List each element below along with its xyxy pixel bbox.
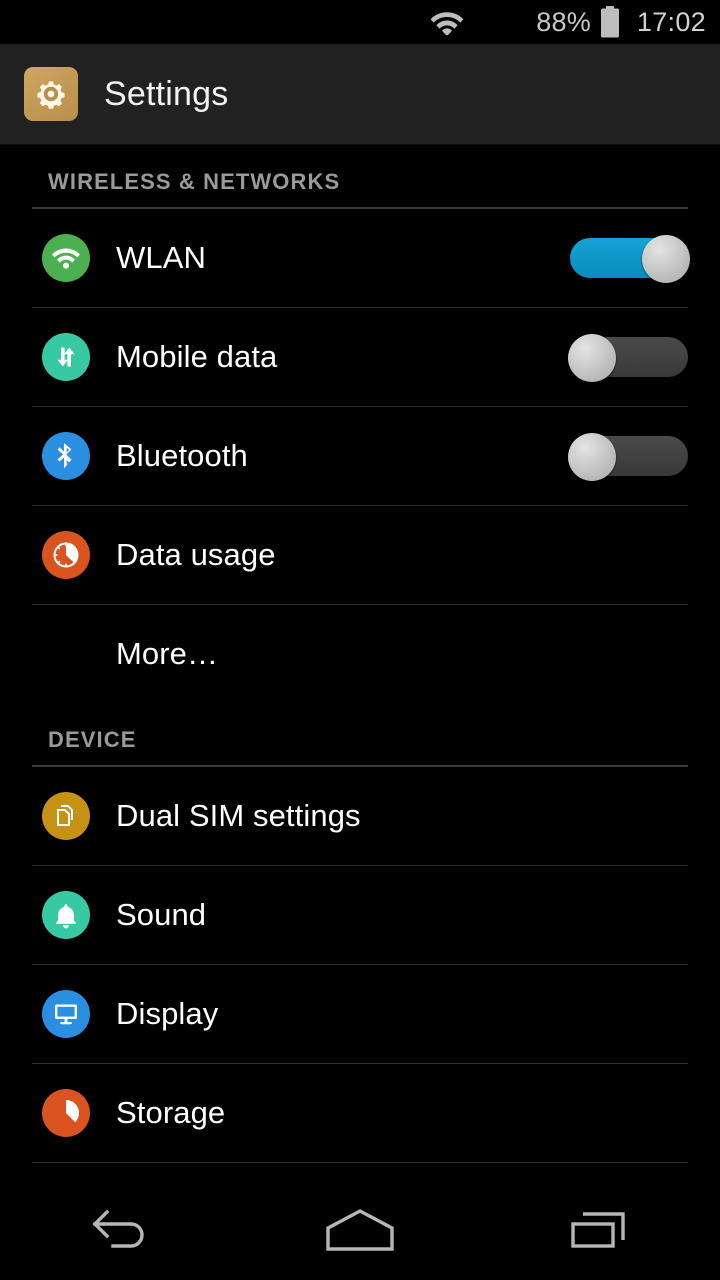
home-button[interactable] (280, 1184, 440, 1280)
mobile-data-toggle-switch[interactable] (568, 334, 688, 382)
pie-slice-icon (42, 1089, 90, 1137)
section-label: WIRELESS & NETWORKS (48, 169, 341, 194)
settings-row-label: Storage (116, 1095, 226, 1130)
status-bar-clock: 17:02 (636, 6, 706, 37)
settings-row-label: Bluetooth (116, 438, 248, 473)
settings-row-label: Display (116, 996, 219, 1031)
page-title: Settings (104, 74, 229, 113)
settings-row-bluetooth[interactable]: Bluetooth (0, 407, 720, 505)
pie-chart-icon (42, 531, 90, 579)
back-icon (87, 1207, 153, 1258)
status-bar: 88% 17:02 (0, 0, 720, 44)
section-label: DEVICE (48, 727, 137, 752)
settings-row-storage[interactable]: Storage (0, 1064, 720, 1162)
section-header-wireless-networks: WIRELESS & NETWORKS (0, 145, 720, 209)
settings-row-display[interactable]: Display (0, 965, 720, 1063)
data-transfer-icon (42, 333, 90, 381)
bluetooth-toggle-switch[interactable] (568, 433, 688, 481)
settings-row-more[interactable]: More… (0, 605, 720, 703)
wifi-icon (42, 234, 90, 282)
settings-list[interactable]: WIRELESS & NETWORKS WLAN Mobile data Blu… (0, 145, 720, 1163)
settings-row-dual-sim-settings[interactable]: Dual SIM settings (0, 767, 720, 865)
settings-row-label: Data usage (116, 537, 276, 572)
sim-cards-icon (42, 792, 90, 840)
bluetooth-icon (42, 432, 90, 480)
bell-icon (42, 891, 90, 939)
settings-row-label: Mobile data (116, 339, 278, 374)
settings-row-label: Dual SIM settings (116, 798, 361, 833)
navigation-bar (0, 1184, 720, 1280)
recents-icon (569, 1207, 631, 1258)
settings-row-wlan[interactable]: WLAN (0, 209, 720, 307)
action-bar: Settings (0, 44, 720, 145)
recents-button[interactable] (520, 1184, 680, 1280)
monitor-icon (42, 990, 90, 1038)
back-button[interactable] (40, 1184, 200, 1280)
wlan-toggle-switch[interactable] (570, 235, 690, 283)
settings-row-mobile-data[interactable]: Mobile data (0, 308, 720, 406)
section-header-device: DEVICE (0, 703, 720, 767)
wifi-status-icon (430, 9, 464, 35)
settings-gear-icon (24, 67, 78, 121)
settings-row-data-usage[interactable]: Data usage (0, 506, 720, 604)
battery-percentage: 88% (536, 6, 591, 37)
settings-row-label: More… (116, 636, 219, 671)
settings-row-label: Sound (116, 897, 207, 932)
switch-knob (642, 235, 690, 283)
battery-icon (600, 6, 620, 38)
list-divider (32, 1162, 688, 1163)
settings-row-label: WLAN (116, 240, 206, 275)
switch-knob (568, 334, 616, 382)
android-settings-screen: 88% 17:02 Settings WIRELESS & NETWORKS W… (0, 0, 720, 1280)
switch-knob (568, 433, 616, 481)
home-icon (322, 1207, 398, 1258)
settings-row-sound[interactable]: Sound (0, 866, 720, 964)
